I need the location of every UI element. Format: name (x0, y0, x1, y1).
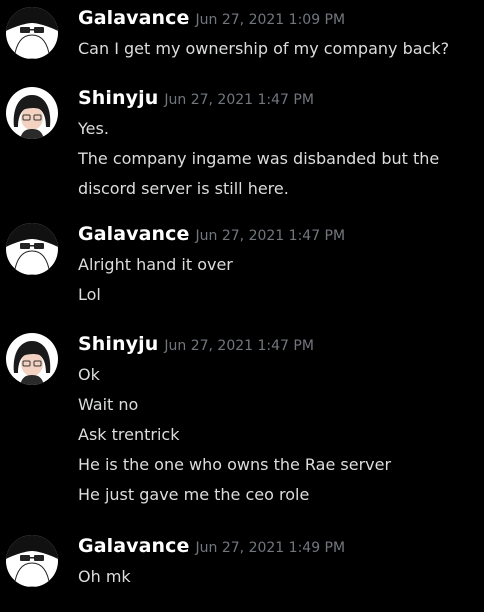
masked-avatar-icon[interactable] (6, 535, 58, 587)
message-line: Lol (78, 285, 101, 304)
author-name[interactable]: Galavance (78, 223, 190, 245)
timestamp: Jun 27, 2021 1:49 PM (195, 540, 346, 556)
message-content: Oh mk (78, 562, 478, 592)
masked-avatar-icon[interactable] (6, 223, 58, 275)
author-name[interactable]: Shinyju (78, 333, 158, 355)
message-content: Yes. The company ingame was disbanded bu… (78, 114, 478, 204)
message-line: He is the one who owns the Rae server (78, 455, 392, 474)
message-header: Galavance Jun 27, 2021 1:09 PM (78, 4, 345, 32)
message-line: Can I get my ownership of my company bac… (78, 39, 450, 58)
author-name[interactable]: Galavance (78, 535, 190, 557)
anime-girl-avatar-icon[interactable] (6, 333, 58, 385)
masked-avatar-icon[interactable] (6, 7, 58, 59)
message-content: Alright hand it over Lol (78, 250, 478, 310)
message-content: Ok Wait no Ask trentrick He is the one w… (78, 360, 478, 510)
message-content: Can I get my ownership of my company bac… (78, 34, 478, 64)
timestamp: Jun 27, 2021 1:09 PM (195, 12, 346, 28)
message-line: The company ingame was disbanded but the (78, 149, 440, 168)
timestamp: Jun 27, 2021 1:47 PM (195, 228, 346, 244)
message-line: Alright hand it over (78, 255, 233, 274)
message-line: Ask trentrick (78, 425, 180, 444)
message-line: discord server is still here. (78, 179, 289, 198)
author-name[interactable]: Galavance (78, 7, 190, 29)
message-header: Shinyju Jun 27, 2021 1:47 PM (78, 84, 314, 112)
message-line: Wait no (78, 395, 139, 414)
message-header: Galavance Jun 27, 2021 1:49 PM (78, 532, 345, 560)
message-line: Ok (78, 365, 100, 384)
message-line: Yes. (78, 119, 109, 138)
author-name[interactable]: Shinyju (78, 87, 158, 109)
message-line: He just gave me the ceo role (78, 485, 310, 504)
message-header: Shinyju Jun 27, 2021 1:47 PM (78, 330, 314, 358)
anime-girl-avatar-icon[interactable] (6, 87, 58, 139)
timestamp: Jun 27, 2021 1:47 PM (164, 92, 314, 108)
message-header: Galavance Jun 27, 2021 1:47 PM (78, 220, 345, 248)
timestamp: Jun 27, 2021 1:47 PM (164, 338, 314, 354)
message-line: Oh mk (78, 567, 131, 586)
